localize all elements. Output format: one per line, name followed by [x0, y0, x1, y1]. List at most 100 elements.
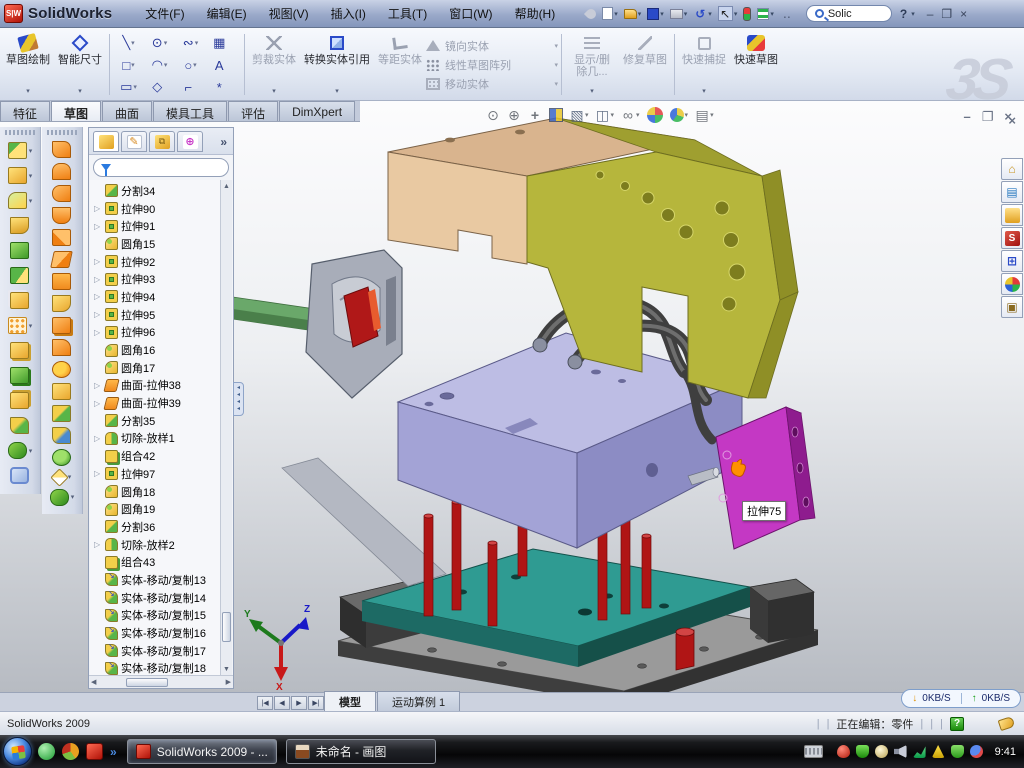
panel-overflow-icon[interactable]: » [220, 135, 229, 149]
toolbar-button[interactable]: ▾ [52, 339, 71, 356]
quick-snaps-button[interactable]: 快速捕捉 ▾ [678, 30, 730, 99]
toolbar-button[interactable]: ▾ [53, 471, 72, 484]
quick-tips-icon[interactable]: ? [950, 717, 964, 731]
sketch-entity-button[interactable]: □▾ [113, 54, 144, 76]
commandmanager-tab[interactable]: DimXpert [279, 101, 355, 121]
feature-tree-item[interactable]: ▷ 拉伸92 [92, 253, 220, 271]
expand-arrow-icon[interactable]: ▷ [94, 540, 102, 549]
feature-tree-item[interactable]: ▷ 拉伸97 [92, 465, 220, 483]
toolbar-button[interactable]: ▾ [52, 251, 71, 268]
toolbar-button[interactable]: ▾ [52, 163, 71, 180]
tray-icon[interactable] [951, 745, 964, 758]
toolbar-button[interactable]: ▾ [10, 242, 29, 259]
expand-arrow-icon[interactable]: ▷ [94, 257, 102, 266]
expand-arrow-icon[interactable]: ▷ [94, 204, 102, 213]
tags-icon[interactable] [998, 716, 1016, 731]
feature-tree-item[interactable]: ▷ 圆角16 [92, 341, 220, 359]
toolbar-button[interactable]: ▾ [52, 141, 71, 158]
doc-restore-button[interactable]: ❐ [982, 109, 994, 125]
menu-item[interactable]: 帮助(H) [504, 1, 567, 26]
smart-dimension-button[interactable]: 智能尺寸 ▾ [54, 30, 106, 99]
display-delete-relations-button[interactable]: 显示/删除几... ▾ [565, 30, 619, 99]
feature-tree-item[interactable]: ▷ 拉伸93 [92, 270, 220, 288]
sketch-entity-button[interactable]: ◇▾ [144, 76, 175, 98]
minimize-button[interactable]: – [927, 7, 934, 21]
expand-arrow-icon[interactable]: ▷ [94, 328, 102, 337]
panel-splitter[interactable]: ◂◂◂◂ [233, 382, 244, 416]
help-label[interactable]: ? [900, 7, 907, 21]
task-pane-close-icon[interactable]: × [1008, 113, 1016, 128]
toolbar-button[interactable]: ▾ [600, 5, 620, 22]
tree-horizontal-scrollbar[interactable]: ◀ ▶ [89, 675, 233, 688]
repair-sketch-button[interactable]: 修复草图 [619, 30, 671, 99]
tray-icon[interactable] [894, 745, 907, 758]
close-button[interactable]: × [960, 7, 967, 21]
scroll-left-icon[interactable]: ◀ [91, 678, 96, 686]
graphics-area[interactable]: ⊙ ▾ ⊕ ▾ + ▾ ▾ ▧ ▾ ◫ ▾ ∞ ▾ ▾ ▾ ▤ ▾ – [0, 101, 1024, 692]
feature-tree-item[interactable]: ▷ 分割35 [92, 412, 220, 430]
toolbar-button[interactable]: ▾ [755, 6, 776, 22]
menu-item[interactable]: 视图(V) [258, 1, 320, 26]
feature-tree-item[interactable]: ▷ 实体-移动/复制18 [92, 660, 220, 675]
commandmanager-tab[interactable]: 模具工具 [153, 101, 227, 121]
feature-tree-item[interactable]: ▷ 圆角19 [92, 500, 220, 518]
toolbar-button[interactable]: ▾ [52, 383, 71, 400]
toolbar-button[interactable]: ▾ [8, 142, 33, 159]
toolbar-button[interactable]: ▾ [52, 229, 71, 246]
expand-arrow-icon[interactable]: ▷ [94, 434, 102, 443]
commandmanager-tab[interactable]: 评估 [228, 101, 278, 121]
toolbar-button[interactable]: ▾ [10, 292, 29, 309]
pattern-tool-button[interactable]: 镜向实体 ▾ [426, 38, 558, 54]
view-tool-button[interactable]: ▾ [670, 108, 689, 122]
menu-item[interactable]: 窗口(W) [438, 1, 503, 26]
expand-arrow-icon[interactable]: ▷ [94, 381, 102, 390]
last-tab-button[interactable]: ▶| [308, 696, 324, 710]
task-pane-tab[interactable]: ⌂ [1001, 158, 1023, 180]
view-tool-button[interactable]: + ▾ [528, 108, 542, 123]
sketch-entity-button[interactable]: ∾▾ [175, 32, 206, 54]
convert-entities-button[interactable]: 转换实体引用 ▾ [300, 30, 374, 99]
scroll-down-icon[interactable]: ▼ [223, 663, 230, 675]
gray-insert-block[interactable] [306, 250, 402, 398]
tray-icon[interactable] [970, 745, 983, 758]
expand-arrow-icon[interactable]: ▷ [94, 399, 102, 408]
quick-launch-icon[interactable] [62, 743, 79, 760]
panel-tab[interactable]: ⊕ [177, 131, 203, 152]
feature-tree-item[interactable]: ▷ 圆角18 [92, 483, 220, 501]
toolbar-button[interactable]: ▾ [52, 427, 71, 444]
expand-arrow-icon[interactable]: ▷ [94, 275, 102, 284]
toolbar-button[interactable]: ▾ [741, 5, 753, 23]
feature-tree-item[interactable]: ▷ 拉伸90 [92, 200, 220, 218]
sketch-entity-button[interactable]: ⌐▾ [175, 76, 206, 98]
tray-icon[interactable] [875, 745, 888, 758]
menu-item[interactable]: 工具(T) [377, 1, 438, 26]
toolbar-button[interactable]: ▾ [8, 317, 33, 334]
offset-entities-button[interactable]: 等距实体 [374, 30, 426, 99]
tree-vertical-scrollbar[interactable]: ▲ ▼ [220, 180, 232, 675]
task-pane-tab[interactable]: ⊞ [1001, 250, 1023, 272]
view-tool-button[interactable]: ⊕ ▾ [507, 108, 521, 123]
scrollbar-thumb[interactable] [222, 612, 231, 642]
feature-tree-item[interactable]: ▷ 分割34 [92, 182, 220, 200]
toolbar-button[interactable]: ▾ [10, 267, 29, 284]
panel-tab[interactable]: ✎ [121, 131, 147, 152]
toolbar-grip[interactable] [5, 130, 35, 135]
tree-filter-input[interactable] [93, 158, 229, 177]
view-tool-button[interactable]: ▤ ▾ [695, 108, 714, 123]
restore-button[interactable]: ❐ [941, 7, 952, 21]
scroll-right-icon[interactable]: ▶ [226, 678, 231, 686]
feature-tree-item[interactable]: ▷ 实体-移动/复制14 [92, 589, 220, 607]
toolbar-button[interactable]: ▾ [584, 7, 598, 21]
next-tab-button[interactable]: ▶ [291, 696, 307, 710]
taskbar-window-button[interactable]: 未命名 - 画图 [286, 739, 436, 764]
sketch-entity-button[interactable]: ○▾ [175, 54, 206, 76]
toolbar-button[interactable]: ▾ [668, 7, 690, 21]
help-menu[interactable]: ? ▾ [900, 7, 915, 21]
toolbar-grip[interactable] [47, 130, 77, 135]
feature-tree-item[interactable]: ▷ 分割36 [92, 518, 220, 536]
model-tab[interactable]: 运动算例 1 [377, 691, 460, 711]
toolbar-button[interactable]: ▾ [10, 342, 29, 359]
sketch-button[interactable]: 草图绘制 ▾ [2, 30, 54, 99]
start-button[interactable] [3, 737, 32, 766]
tray-icon[interactable] [856, 745, 869, 758]
